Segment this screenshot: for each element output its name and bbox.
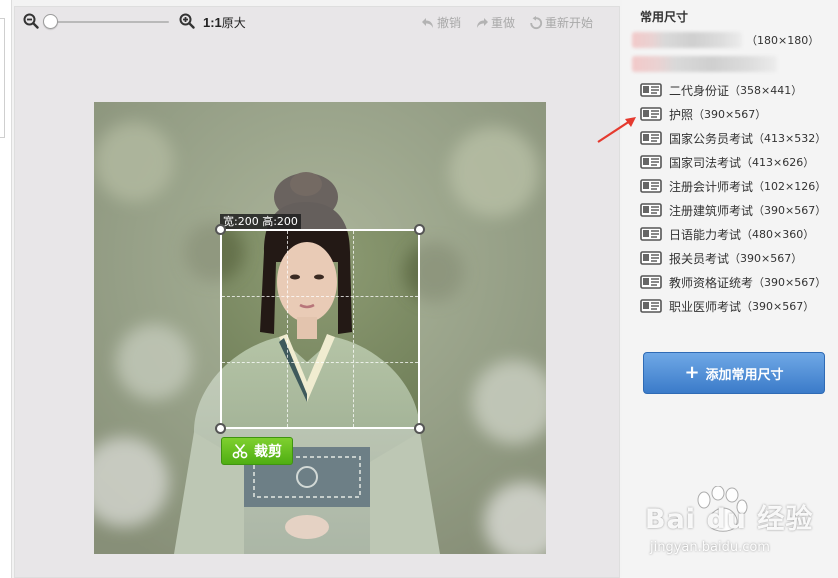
zoom-out-icon[interactable] [23,13,39,29]
restart-icon [530,15,543,29]
zoom-slider-track[interactable] [51,21,169,23]
original-size-button[interactable]: 1:1原大 [203,14,246,31]
preset-size-item[interactable]: 教师资格证统考 （390×567） [640,272,826,292]
preset-size-label: 教师资格证统考 [669,275,754,290]
id-card-icon [640,155,662,169]
add-preset-size-label: 添加常用尺寸 [705,367,784,383]
redo-button[interactable]: 重做 [475,14,515,31]
preset-size-item[interactable]: 注册建筑师考试 （390×567） [640,200,826,220]
preset-size-dimensions: （358×441） [729,84,803,97]
grid-line [222,296,418,297]
preset-size-item[interactable]: 护照 （390×567） [640,104,766,124]
preset-size-label: 报关员考试 [669,251,730,266]
annotation-arrow-icon [597,117,636,143]
id-card-icon [640,203,662,217]
crop-handle-bottom-right[interactable] [414,423,425,434]
id-card-icon [640,227,662,241]
preset-size-dimensions: （390×567） [729,252,803,265]
preset-size-label: 职业医师考试 [669,299,742,314]
undo-label: 撤销 [437,16,462,30]
preset-size-dimensions: （102×126） [753,180,827,193]
grid-line [353,231,354,427]
id-card-icon [640,275,662,289]
id-card-icon [640,299,662,313]
crop-selection[interactable] [215,224,425,434]
original-size-label: 原大 [221,16,246,30]
preset-size-item[interactable]: 注册会计师考试 （102×126） [640,176,826,196]
undo-icon [422,17,433,28]
preset-size-dimensions: （390×567） [753,276,827,289]
preset-size-label: 国家公务员考试 [669,131,754,146]
crop-handle-bottom-left[interactable] [215,423,226,434]
grid-line [287,231,288,427]
restart-label: 重新开始 [545,16,594,30]
preset-size-dimensions: （413×626） [741,156,815,169]
preset-size-item[interactable]: 报关员考试 （390×567） [640,248,802,268]
add-preset-size-button[interactable]: + 添加常用尺寸 [643,352,825,394]
preset-size-label: 二代身份证 [669,83,730,98]
editor-canvas: 1:1原大 撤销 重做 重新开始 宽:200 高:200 裁剪 [14,6,620,578]
preset-size-dimensions: （413×532） [753,132,827,145]
preset-size-item[interactable]: 职业医师考试 （390×567） [640,296,814,316]
preset-size-label: 注册会计师考试 [669,179,754,194]
watermark-url: jingyan.baidu.com [650,540,770,555]
preset-size-dimensions: （390×567） [693,108,767,121]
left-panel-fragment [0,18,5,138]
zoom-in-icon[interactable] [179,13,195,29]
undo-button[interactable]: 撤销 [421,14,461,31]
redo-icon [477,17,488,28]
editor-toolbar: 1:1原大 撤销 重做 重新开始 [15,7,621,39]
blurred-preset-entry[interactable] [632,54,777,74]
id-card-icon [640,107,662,121]
preset-size-item[interactable]: 国家司法考试 （413×626） [640,152,814,172]
crop-button[interactable]: 裁剪 [221,437,293,465]
preset-size-label: 日语能力考试 [669,227,742,242]
blurred-text [632,56,777,72]
restart-button[interactable]: 重新开始 [529,14,593,31]
left-panel-edge [0,0,12,578]
redo-label: 重做 [491,16,516,30]
crop-handle-top-left[interactable] [215,224,226,235]
grid-line [222,362,418,363]
zoom-slider-thumb[interactable] [43,14,58,29]
watermark-brand: Bai du 经验 [645,504,814,535]
ratio-label: 1:1 [203,15,222,30]
id-card-icon [640,131,662,145]
blurred-entry-size: （180×180） [746,34,820,47]
photo-editor: 1:1原大 撤销 重做 重新开始 宽:200 高:200 裁剪 [12,0,622,578]
crop-button-label: 裁剪 [254,444,282,460]
preset-size-label: 国家司法考试 [669,155,742,170]
blurred-preset-entry[interactable]: （180×180） [632,30,819,50]
plus-icon: + [684,362,700,383]
blurred-text [632,32,742,48]
crop-handle-top-right[interactable] [414,224,425,235]
preset-size-label: 注册建筑师考试 [669,203,754,218]
id-card-icon [640,251,662,265]
preset-size-dimensions: （390×567） [741,300,815,313]
preset-size-label: 护照 [669,107,694,122]
id-card-icon [640,83,662,97]
crop-grid [222,231,418,427]
preset-size-item[interactable]: 国家公务员考试 （413×532） [640,128,826,148]
panel-title: 常用尺寸 [640,10,689,24]
crop-size-label: 宽:200 高:200 [220,214,301,229]
preset-size-dimensions: （480×360） [741,228,815,241]
preset-size-item[interactable]: 日语能力考试 （480×360） [640,224,814,244]
id-card-icon [640,179,662,193]
preset-size-dimensions: （390×567） [753,204,827,217]
scissors-icon [232,443,248,459]
preset-size-item[interactable]: 二代身份证 （358×441） [640,80,802,100]
